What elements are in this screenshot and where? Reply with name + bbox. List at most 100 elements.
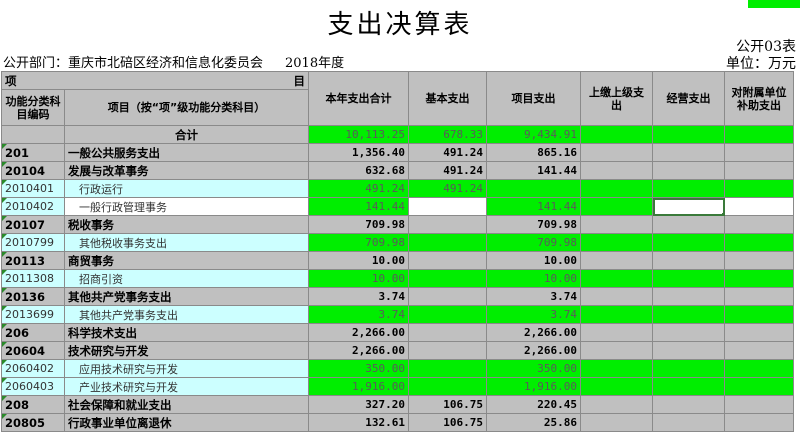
- empty-cell[interactable]: [724, 251, 794, 270]
- empty-cell[interactable]: [580, 179, 653, 198]
- empty-cell[interactable]: [724, 377, 794, 396]
- basic-cell[interactable]: 491.24: [408, 143, 487, 162]
- empty-cell[interactable]: [724, 341, 794, 360]
- project-cell[interactable]: 9,434.91: [486, 125, 581, 144]
- name-cell[interactable]: 科学技术支出: [64, 323, 309, 342]
- empty-cell[interactable]: [724, 197, 794, 216]
- project-cell[interactable]: 25.86: [486, 413, 581, 432]
- empty-cell[interactable]: [580, 197, 653, 216]
- basic-cell[interactable]: [408, 287, 487, 306]
- empty-cell[interactable]: [724, 233, 794, 252]
- total-cell[interactable]: 709.98: [308, 233, 409, 252]
- total-cell[interactable]: 141.44: [308, 197, 409, 216]
- name-cell[interactable]: 一般公共服务支出: [64, 143, 309, 162]
- code-cell[interactable]: 2010799: [1, 233, 65, 252]
- total-cell[interactable]: 1,916.00: [308, 377, 409, 396]
- empty-cell[interactable]: [724, 125, 794, 144]
- basic-cell[interactable]: 106.75: [408, 395, 487, 414]
- name-cell[interactable]: 社会保障和就业支出: [64, 395, 309, 414]
- basic-cell[interactable]: [408, 323, 487, 342]
- code-cell[interactable]: 2060402: [1, 359, 65, 378]
- basic-cell[interactable]: 678.33: [408, 125, 487, 144]
- project-cell[interactable]: 2,266.00: [486, 323, 581, 342]
- total-cell[interactable]: 10.00: [308, 269, 409, 288]
- total-cell[interactable]: 10,113.25: [308, 125, 409, 144]
- project-cell[interactable]: 865.16: [486, 143, 581, 162]
- name-cell[interactable]: 发展与改革事务: [64, 161, 309, 180]
- project-cell[interactable]: 3.74: [486, 287, 581, 306]
- empty-cell[interactable]: [724, 143, 794, 162]
- name-cell[interactable]: 行政事业单位离退休: [64, 413, 309, 432]
- name-cell[interactable]: 应用技术研究与开发: [64, 359, 309, 378]
- code-cell[interactable]: 20107: [1, 215, 65, 234]
- project-cell[interactable]: 709.98: [486, 215, 581, 234]
- code-cell[interactable]: 20136: [1, 287, 65, 306]
- basic-cell[interactable]: [408, 269, 487, 288]
- empty-cell[interactable]: [580, 359, 653, 378]
- empty-cell[interactable]: [724, 323, 794, 342]
- empty-cell[interactable]: [724, 269, 794, 288]
- empty-cell[interactable]: [580, 269, 653, 288]
- total-cell[interactable]: 709.98: [308, 215, 409, 234]
- empty-cell[interactable]: [652, 161, 725, 180]
- empty-cell[interactable]: [580, 305, 653, 324]
- empty-cell[interactable]: [724, 215, 794, 234]
- name-cell[interactable]: 产业技术研究与开发: [64, 377, 309, 396]
- empty-cell[interactable]: [652, 179, 725, 198]
- basic-cell[interactable]: [408, 377, 487, 396]
- empty-cell[interactable]: [724, 305, 794, 324]
- empty-cell[interactable]: [580, 143, 653, 162]
- code-cell[interactable]: [1, 125, 65, 144]
- code-cell[interactable]: 20113: [1, 251, 65, 270]
- project-cell[interactable]: [486, 179, 581, 198]
- empty-cell[interactable]: [580, 251, 653, 270]
- empty-cell[interactable]: [580, 341, 653, 360]
- empty-cell[interactable]: [652, 125, 725, 144]
- project-cell[interactable]: 2,266.00: [486, 341, 581, 360]
- empty-cell[interactable]: [652, 395, 725, 414]
- name-cell[interactable]: 合计: [64, 125, 309, 144]
- project-cell[interactable]: 709.98: [486, 233, 581, 252]
- selected-cell[interactable]: [652, 197, 725, 216]
- empty-cell[interactable]: [724, 413, 794, 432]
- empty-cell[interactable]: [652, 341, 725, 360]
- name-cell[interactable]: 行政运行: [64, 179, 309, 198]
- empty-cell[interactable]: [652, 215, 725, 234]
- total-cell[interactable]: 3.74: [308, 305, 409, 324]
- name-cell[interactable]: 税收事务: [64, 215, 309, 234]
- total-cell[interactable]: 3.74: [308, 287, 409, 306]
- name-cell[interactable]: 技术研究与开发: [64, 341, 309, 360]
- total-cell[interactable]: 2,266.00: [308, 341, 409, 360]
- empty-cell[interactable]: [580, 161, 653, 180]
- empty-cell[interactable]: [580, 215, 653, 234]
- project-cell[interactable]: 220.45: [486, 395, 581, 414]
- name-cell[interactable]: 其他税收事务支出: [64, 233, 309, 252]
- empty-cell[interactable]: [724, 161, 794, 180]
- basic-cell[interactable]: [408, 305, 487, 324]
- name-cell[interactable]: 招商引资: [64, 269, 309, 288]
- code-cell[interactable]: 2010401: [1, 179, 65, 198]
- code-cell[interactable]: 206: [1, 323, 65, 342]
- empty-cell[interactable]: [652, 305, 725, 324]
- empty-cell[interactable]: [652, 251, 725, 270]
- empty-cell[interactable]: [580, 377, 653, 396]
- basic-cell[interactable]: [408, 359, 487, 378]
- empty-cell[interactable]: [580, 287, 653, 306]
- code-cell[interactable]: 2010402: [1, 197, 65, 216]
- total-cell[interactable]: 10.00: [308, 251, 409, 270]
- project-cell[interactable]: 10.00: [486, 251, 581, 270]
- basic-cell[interactable]: 106.75: [408, 413, 487, 432]
- basic-cell[interactable]: 491.24: [408, 161, 487, 180]
- empty-cell[interactable]: [724, 179, 794, 198]
- empty-cell[interactable]: [652, 233, 725, 252]
- name-cell[interactable]: 一般行政管理事务: [64, 197, 309, 216]
- project-cell[interactable]: 350.00: [486, 359, 581, 378]
- basic-cell[interactable]: [408, 197, 487, 216]
- basic-cell[interactable]: 491.24: [408, 179, 487, 198]
- empty-cell[interactable]: [580, 413, 653, 432]
- basic-cell[interactable]: [408, 233, 487, 252]
- project-cell[interactable]: 10.00: [486, 269, 581, 288]
- code-cell[interactable]: 20805: [1, 413, 65, 432]
- empty-cell[interactable]: [724, 287, 794, 306]
- name-cell[interactable]: 其他共产党事务支出: [64, 305, 309, 324]
